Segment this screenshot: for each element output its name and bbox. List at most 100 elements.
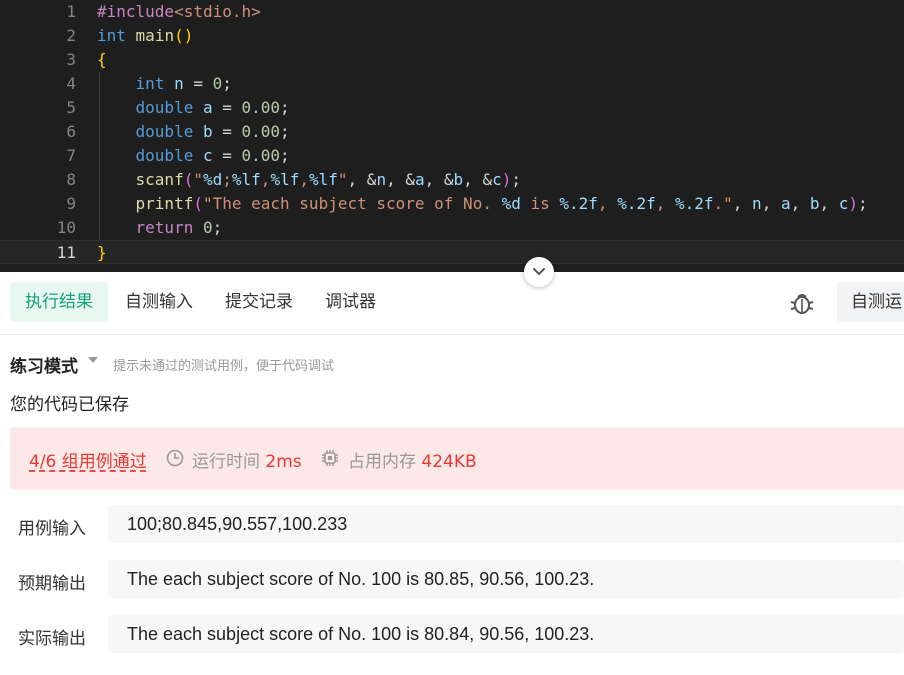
result-summary-banner: 4/6 组用例通过 运行时间 2ms 占用内存 424KB: [10, 427, 904, 490]
code-text[interactable]: double a = 0.00;: [97, 96, 290, 120]
runtime-value: 2ms: [265, 452, 302, 472]
pass-count[interactable]: 4/6 组用例通过: [29, 447, 147, 472]
code-token: %lf: [308, 170, 338, 189]
code-token: ): [848, 194, 859, 213]
code-token: ,: [732, 194, 753, 213]
code-text[interactable]: double c = 0.00;: [97, 144, 290, 168]
code-token: ,: [597, 194, 618, 213]
actual-output-label: 实际输出: [18, 629, 86, 649]
code-line[interactable]: 6 double b = 0.00;: [0, 120, 904, 144]
code-token: ;: [222, 170, 232, 189]
line-number: 6: [66, 122, 76, 141]
code-token: c: [492, 170, 502, 189]
code-token: ,: [761, 194, 781, 213]
code-line[interactable]: 9 printf("The each subject score of No. …: [0, 192, 904, 216]
code-token: ": [193, 170, 203, 189]
code-text[interactable]: return 0;: [97, 216, 223, 240]
code-token: a: [780, 194, 791, 213]
collapse-panel-button[interactable]: [524, 257, 554, 287]
code-token: %d: [501, 194, 521, 213]
code-token: ;: [212, 218, 223, 237]
code-token: ): [501, 170, 512, 189]
tab-execution-result[interactable]: 执行结果: [10, 282, 108, 322]
code-token: (: [183, 170, 194, 189]
bug-icon[interactable]: [789, 290, 815, 316]
code-text[interactable]: double b = 0.00;: [97, 120, 290, 144]
code-text[interactable]: int main(): [97, 24, 193, 48]
code-token: (): [174, 26, 194, 45]
code-token: main: [135, 26, 175, 45]
code-line[interactable]: 10 return 0;: [0, 216, 904, 240]
code-token: is: [520, 194, 560, 213]
code-line[interactable]: 7 double c = 0.00;: [0, 144, 904, 168]
code-line[interactable]: 4 int n = 0;: [0, 72, 904, 96]
code-text[interactable]: {: [97, 48, 107, 72]
code-token: printf: [135, 194, 194, 213]
code-token: scanf: [135, 170, 184, 189]
code-token: %.2f: [674, 194, 714, 213]
practice-mode-label[interactable]: 练习模式: [10, 352, 78, 377]
code-line[interactable]: 8 scanf("%d;%lf,%lf,%lf", &n, &a, &b, &c…: [0, 168, 904, 192]
code-token: =: [212, 146, 242, 165]
tab-submission-history[interactable]: 提交记录: [210, 282, 308, 322]
self-test-run-button[interactable]: 自测运: [837, 282, 904, 322]
memory-stat: 占用内存 424KB: [348, 447, 477, 472]
code-text[interactable]: #include<stdio.h>: [97, 0, 261, 24]
code-token: int: [135, 74, 165, 93]
line-number: 5: [66, 98, 76, 117]
runtime-stat: 运行时间 2ms: [192, 447, 302, 472]
code-text[interactable]: printf("The each subject score of No. %d…: [97, 192, 868, 216]
code-token: return: [135, 218, 194, 237]
memory-value: 424KB: [421, 452, 477, 472]
tab-debugger[interactable]: 调试器: [310, 282, 391, 322]
code-line[interactable]: 2 int main(): [0, 24, 904, 48]
code-token: #include: [97, 2, 175, 21]
code-token: .": [713, 194, 733, 213]
code-token: double: [135, 122, 194, 141]
code-line[interactable]: 3{: [0, 48, 904, 72]
code-line[interactable]: 5 double a = 0.00;: [0, 96, 904, 120]
chevron-down-icon: [533, 268, 545, 275]
code-token: n: [376, 170, 387, 189]
line-number: 8: [66, 170, 76, 189]
code-token: =: [183, 74, 213, 93]
test-input-label: 用例输入: [18, 519, 86, 539]
actual-output-value: The each subject score of No. 100 is 80.…: [108, 615, 904, 653]
code-line[interactable]: 11}: [0, 240, 904, 264]
code-token: }: [97, 243, 107, 262]
code-token: 0.00: [241, 98, 281, 117]
code-token: , &: [386, 170, 415, 189]
code-token: %.2f: [559, 194, 598, 213]
code-token: , &: [463, 170, 493, 189]
save-status: 您的代码已保存: [10, 395, 129, 415]
code-text[interactable]: int n = 0;: [97, 72, 232, 96]
code-token: ;: [280, 122, 290, 141]
code-token: , &: [347, 170, 377, 189]
caret-down-icon[interactable]: [88, 357, 98, 363]
code-editor[interactable]: 1 #include<stdio.h> 2 int main() 3{4 int n =…: [0, 0, 904, 272]
code-token: a: [414, 170, 425, 189]
code-text[interactable]: }: [97, 241, 107, 265]
code-token: ,: [299, 170, 309, 189]
code-token: b: [453, 170, 464, 189]
code-token: %d: [202, 170, 223, 189]
memory-label: 占用内存: [348, 452, 416, 472]
code-text[interactable]: scanf("%d;%lf,%lf,%lf", &n, &a, &b, &c);: [97, 168, 521, 192]
line-number: 11: [56, 243, 76, 262]
code-line[interactable]: 1 #include<stdio.h>: [0, 0, 904, 24]
code-token: 0: [212, 74, 223, 93]
line-number: 10: [56, 218, 76, 237]
code-token: ;: [511, 170, 521, 189]
tab-self-test-input[interactable]: 自测输入: [110, 282, 208, 322]
code-token: b: [809, 194, 820, 213]
code-token: ;: [858, 194, 868, 213]
